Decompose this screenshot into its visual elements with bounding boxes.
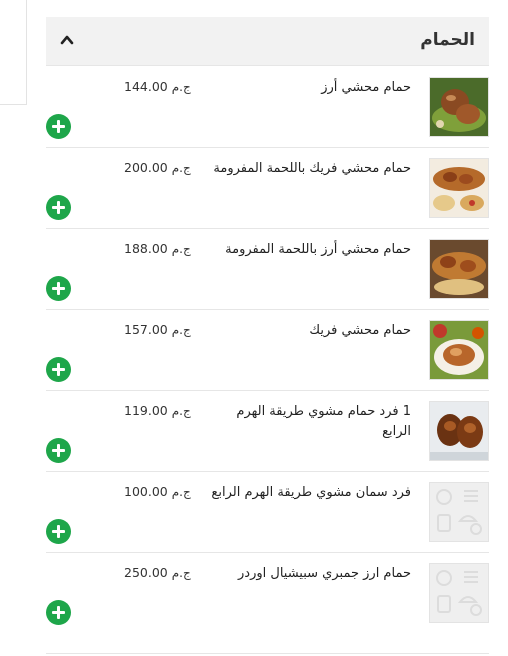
item-price: 200.00 ج.م: [124, 160, 191, 175]
stuffed-pigeon-freekeh-photo: [430, 321, 488, 379]
food-thumbnail[interactable]: [429, 77, 489, 137]
item-name: حمام ارز جمبري سبيشيال اوردر: [238, 566, 411, 581]
item-price: 119.00 ج.م: [124, 403, 191, 418]
food-thumbnail[interactable]: [429, 158, 489, 218]
food-thumbnail[interactable]: [429, 401, 489, 461]
item-price: 188.00 ج.م: [124, 241, 191, 256]
category-header[interactable]: الحمام: [46, 17, 489, 66]
menu-category-section: الحمام حمام محشي أرز 144.00 ج.م حمام محش…: [46, 0, 489, 656]
item-price: 144.00 ج.م: [124, 79, 191, 94]
item-name: حمام محشي أرز باللحمة المفرومة: [225, 242, 411, 257]
menu-item[interactable]: حمام محشي أرز 144.00 ج.م: [46, 67, 489, 148]
food-placeholder-icon: [430, 564, 488, 622]
menu-item[interactable]: حمام محشي فريك باللحمة المفرومة 200.00 ج…: [46, 148, 489, 229]
left-panel: [0, 0, 27, 105]
item-name: 1 فرد حمام مشوي طريقة الهرم الرابع: [236, 404, 411, 439]
menu-item[interactable]: حمام محشي أرز باللحمة المفرومة 188.00 ج.…: [46, 229, 489, 310]
item-price: 250.00 ج.م: [124, 565, 191, 580]
menu-item[interactable]: 1 فرد حمام مشوي طريقة الهرم الرابع 119.0…: [46, 391, 489, 472]
add-to-cart-button[interactable]: [46, 114, 71, 139]
add-to-cart-button[interactable]: [46, 438, 71, 463]
add-to-cart-button[interactable]: [46, 600, 71, 625]
category-title: الحمام: [420, 30, 475, 50]
add-to-cart-button[interactable]: [46, 195, 71, 220]
menu-item[interactable]: حمام محشي فريك 157.00 ج.م: [46, 310, 489, 391]
item-name: حمام محشي أرز: [321, 80, 411, 95]
add-to-cart-button[interactable]: [46, 357, 71, 382]
menu-item[interactable]: حمام ارز جمبري سبيشيال اوردر 250.00 ج.م: [46, 553, 489, 654]
food-thumbnail[interactable]: [429, 320, 489, 380]
item-price: 100.00 ج.م: [124, 484, 191, 499]
food-thumbnail[interactable]: [429, 482, 489, 542]
item-name: فرد سمان مشوي طريقة الهرم الرابع: [211, 485, 411, 500]
stuffed-pigeon-freekeh-meat-photo: [430, 159, 488, 217]
menu-item[interactable]: فرد سمان مشوي طريقة الهرم الرابع 100.00 …: [46, 472, 489, 553]
grilled-pigeon-photo: [430, 402, 488, 460]
food-thumbnail[interactable]: [429, 563, 489, 623]
chevron-up-icon[interactable]: [59, 32, 75, 48]
food-placeholder-icon: [430, 483, 488, 541]
add-to-cart-button[interactable]: [46, 519, 71, 544]
food-thumbnail[interactable]: [429, 239, 489, 299]
stuffed-pigeon-rice-photo: [430, 78, 488, 136]
item-name: حمام محشي فريك باللحمة المفرومة: [213, 161, 411, 176]
item-name: حمام محشي فريك: [309, 323, 411, 338]
stuffed-pigeon-rice-meat-photo: [430, 240, 488, 298]
item-price: 157.00 ج.م: [124, 322, 191, 337]
add-to-cart-button[interactable]: [46, 276, 71, 301]
